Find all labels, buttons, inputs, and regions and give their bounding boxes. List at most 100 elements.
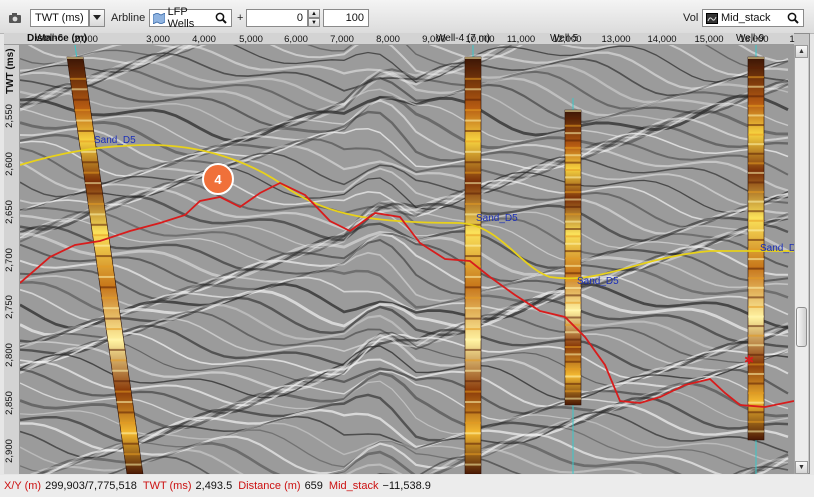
- svg-text:✱: ✱: [744, 353, 754, 367]
- well-log-band: [77, 129, 94, 132]
- well-log-band: [465, 119, 481, 122]
- well-log-band: [565, 132, 581, 135]
- well-log-band: [119, 421, 136, 424]
- well-log-band: [748, 171, 764, 174]
- scroll-thumb[interactable]: [796, 307, 807, 347]
- well-log-band: [565, 228, 581, 230]
- vertical-scrollbar[interactable]: ▲ ▼: [794, 45, 808, 474]
- well-log-band: [465, 275, 481, 278]
- well-log-band: [465, 88, 481, 91]
- chevron-down-icon: [93, 15, 101, 20]
- well-log-band: [465, 411, 481, 414]
- well-log-band: [465, 234, 481, 237]
- well-log-band: [748, 334, 764, 337]
- well-log-band: [97, 265, 113, 268]
- well-log-band: [748, 238, 764, 241]
- well-log-band: [748, 66, 764, 69]
- well-log-band: [748, 210, 764, 213]
- x-tick-label: 5,000: [239, 34, 263, 45]
- domain-dropdown-button[interactable]: [89, 9, 105, 27]
- offset-stepper[interactable]: ▲ ▼: [308, 9, 320, 27]
- well-log-band: [465, 109, 481, 112]
- well-log-band: [465, 202, 481, 205]
- y-tick-label: 2,650: [4, 200, 15, 224]
- toolbar: TWT (ms) Arbline LFP Wells + 0 ▲ ▼ 100 V…: [0, 0, 814, 34]
- well-log-band: [465, 421, 481, 424]
- well-label[interactable]: Well-9: [736, 33, 764, 44]
- twt-value: 2,493.5: [195, 480, 233, 492]
- status-bar: X/Y (m) 299,903/7,775,518 TWT (ms) 2,493…: [0, 475, 814, 497]
- map-icon: [153, 12, 165, 24]
- well-log-band: [748, 411, 764, 414]
- well-log-band: [113, 380, 130, 383]
- well-log-band: [103, 307, 119, 310]
- well-log-band: [748, 133, 764, 136]
- x-tick-label: 7,000: [330, 34, 354, 45]
- horizon-label: Sand_D5: [94, 135, 136, 146]
- well-log-band: [565, 176, 581, 179]
- well-log-band: [565, 390, 581, 393]
- well-label[interactable]: Well-5: [550, 33, 578, 44]
- well-log-band: [565, 353, 581, 356]
- well-log-band: [92, 234, 109, 237]
- well-log-band: [76, 119, 92, 122]
- callout: 4: [202, 163, 234, 195]
- x-tick-label: 15,000: [694, 34, 724, 45]
- well-log-band: [107, 338, 124, 341]
- well-log-band: [124, 453, 140, 456]
- seismic-image[interactable]: ✱ Sand_D5 Sand_D5 Sand_D5 Sand_D 4: [20, 45, 794, 474]
- well-log-band: [465, 161, 481, 164]
- volume-selector-value: Mid_stack: [721, 12, 771, 24]
- y-axis-title: TWT (ms): [5, 48, 16, 94]
- percent-input[interactable]: 100: [323, 9, 369, 27]
- well-log-band: [565, 161, 581, 164]
- well-log-band: [565, 191, 581, 194]
- volume-selector[interactable]: Mid_stack: [702, 9, 804, 27]
- well-log-band: [565, 146, 581, 149]
- snapshot-button[interactable]: [8, 9, 22, 27]
- well-log-band: [74, 109, 91, 112]
- step-up-icon[interactable]: ▲: [308, 9, 320, 18]
- well-log-band: [465, 463, 481, 466]
- well-label[interactable]: Well-6: [35, 33, 63, 44]
- well-log-band: [100, 286, 116, 289]
- well-log-band: [465, 150, 481, 153]
- well-log-band: [465, 328, 481, 331]
- x-tick-label: 6,000: [284, 34, 308, 45]
- well-log-band: [748, 267, 764, 270]
- x-tick-label: 4,000: [192, 34, 216, 45]
- wells-selector[interactable]: LFP Wells: [149, 6, 232, 30]
- step-down-icon[interactable]: ▼: [308, 18, 320, 27]
- well-log-band: [748, 430, 764, 433]
- y-tick-label: 2,800: [4, 343, 15, 367]
- scroll-up-button[interactable]: ▲: [795, 45, 808, 58]
- plus-label: +: [237, 12, 244, 24]
- well-log-band: [89, 213, 106, 216]
- well-log-band: [465, 182, 481, 185]
- well-log-band: [748, 420, 764, 423]
- well-log-band: [465, 369, 481, 372]
- well-log-band: [91, 223, 107, 226]
- well-log-band: [465, 286, 481, 289]
- scroll-down-button[interactable]: ▼: [795, 461, 808, 474]
- well-label[interactable]: Well-4 (7 m): [436, 33, 490, 44]
- well-log-band: [565, 198, 581, 201]
- well-log-band: [565, 169, 581, 171]
- well-log-band: [748, 372, 764, 375]
- y-tick-label: 2,850: [4, 391, 15, 415]
- well-log-band: [748, 143, 764, 146]
- well-log-band: [748, 392, 764, 395]
- well-log-band: [748, 114, 764, 117]
- well-log-band: [565, 338, 581, 341]
- well-log-band: [465, 57, 481, 59]
- well-log-band: [465, 140, 481, 143]
- domain-select[interactable]: TWT (ms): [30, 9, 89, 27]
- well-log-band: [565, 213, 581, 216]
- offset-input[interactable]: 0: [246, 9, 308, 27]
- well-log-band: [465, 98, 481, 101]
- callout-number: 4: [214, 172, 222, 187]
- well-log-band: [465, 348, 481, 351]
- well-log-band: [106, 328, 122, 331]
- well-log-band: [565, 272, 581, 275]
- well-log-band: [748, 325, 764, 328]
